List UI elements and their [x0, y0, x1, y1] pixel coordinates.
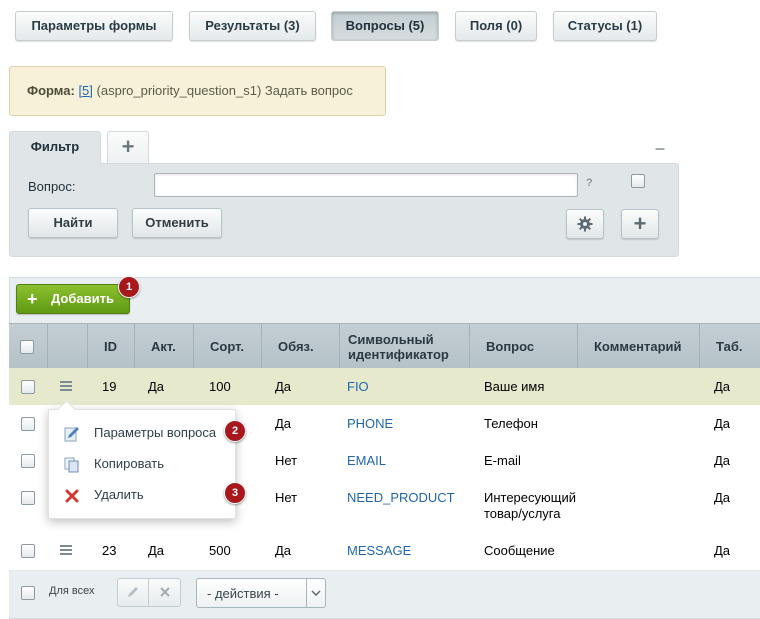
filter-settings-button[interactable] [566, 209, 604, 239]
for-all-checkbox[interactable] [21, 586, 35, 600]
menu-item-label: Удалить [94, 487, 144, 502]
filter-tab[interactable]: Фильтр [9, 131, 101, 165]
menu-item-copy[interactable]: Копировать [49, 450, 235, 478]
menu-item-label: Параметры вопроса [94, 425, 217, 440]
form-info-box: Форма: [5] (aspro_priority_question_s1) … [9, 66, 386, 116]
cell-tab: Да [714, 543, 731, 558]
select-all-checkbox[interactable] [20, 339, 34, 354]
cross-icon [160, 587, 170, 597]
cell-question: Ваше имя [484, 379, 545, 394]
cell-required: Да [275, 543, 292, 558]
badge-2: 2 [224, 420, 246, 442]
header-tab[interactable]: Таб. [699, 324, 760, 369]
tab-form-params[interactable]: Параметры формы [15, 11, 173, 41]
table-row[interactable]: 23 Да 500 Да MESSAGE Сообщение Да [9, 532, 760, 571]
cell-sort: 100 [209, 379, 231, 394]
cell-tab: Да [714, 453, 731, 468]
delete-icon [65, 489, 79, 503]
cell-id: 19 [102, 379, 117, 394]
tab-questions[interactable]: Вопросы (5) [331, 11, 439, 41]
form-id-link[interactable]: [5] [78, 83, 92, 98]
collapse-filter-button[interactable]: – [655, 138, 665, 159]
group-edit-button[interactable] [118, 579, 149, 606]
row-checkbox[interactable] [21, 380, 35, 394]
filter-checkbox[interactable] [631, 174, 645, 188]
header-question[interactable]: Вопрос [469, 324, 577, 369]
actions-select-value: - действия - [207, 586, 279, 601]
gear-icon [577, 216, 593, 232]
row-checkbox[interactable] [21, 491, 35, 505]
header-sort[interactable]: Сорт. [193, 324, 261, 369]
menu-item-delete[interactable]: Удалить [49, 481, 235, 509]
badge-3: 3 [224, 482, 246, 504]
tab-results[interactable]: Результаты (3) [189, 11, 316, 41]
question-filter-input[interactable] [154, 173, 578, 197]
add-filter-field-button[interactable]: + [621, 209, 659, 239]
header-comment[interactable]: Комментарий [577, 324, 699, 369]
cell-tab: Да [714, 379, 731, 394]
row-checkbox[interactable] [21, 454, 35, 468]
form-label: Форма: [27, 83, 75, 98]
add-button[interactable]: + Добавить [16, 284, 130, 314]
cell-code: PHONE [347, 416, 394, 431]
group-delete-button[interactable] [149, 579, 180, 606]
row-checkbox[interactable] [21, 544, 35, 558]
group-action-buttons [117, 578, 181, 607]
edit-icon [64, 427, 79, 442]
cell-code: MESSAGE [347, 543, 412, 558]
cell-code: EMAIL [347, 453, 387, 468]
table-row[interactable]: 19 Да 100 Да FIO Ваше имя Да [9, 368, 760, 406]
header-active[interactable]: Акт. [134, 324, 193, 369]
cancel-button[interactable]: Отменить [132, 208, 222, 238]
cell-question: Сообщение [484, 543, 555, 558]
cell-code: NEED_PRODUCT [347, 490, 455, 505]
add-filter-tab[interactable]: + [107, 131, 149, 164]
badge-1: 1 [118, 276, 140, 298]
cell-code: FIO [347, 379, 369, 394]
list-footer: Для всех - действия - [9, 572, 760, 617]
add-button-label: Добавить [51, 291, 114, 306]
header-id[interactable]: ID [87, 324, 134, 369]
help-icon[interactable]: ? [586, 177, 593, 189]
cell-tab: Да [714, 490, 731, 505]
pencil-icon [128, 587, 138, 597]
table-header: ID Акт. Сорт. Обяз. Символьный идентифик… [9, 323, 760, 369]
tab-fields[interactable]: Поля (0) [455, 11, 537, 41]
actions-select[interactable]: - действия - [196, 578, 326, 608]
copy-icon [64, 457, 79, 473]
for-all-label: Для всех [49, 585, 95, 597]
menu-item-label: Копировать [94, 456, 164, 471]
row-checkbox[interactable] [21, 417, 35, 431]
cell-question: Интересующий товар/услуга [484, 490, 576, 521]
menu-item-question-params[interactable]: Параметры вопроса [49, 419, 235, 447]
cell-active: Да [148, 379, 165, 394]
cell-id: 23 [102, 543, 117, 558]
header-code[interactable]: Символьный идентификатор [339, 324, 469, 369]
cell-question: Телефон [484, 416, 538, 431]
cell-question: E-mail [484, 453, 521, 468]
tab-statuses[interactable]: Статусы (1) [553, 11, 657, 41]
question-filter-label: Вопрос: [28, 179, 76, 194]
cell-sort: 500 [209, 543, 231, 558]
cell-active: Да [148, 543, 165, 558]
header-required[interactable]: Обяз. [261, 324, 339, 369]
find-button[interactable]: Найти [28, 208, 118, 238]
cell-tab: Да [714, 416, 731, 431]
menu-icon[interactable] [60, 381, 72, 391]
cell-required: Нет [275, 453, 298, 468]
cell-required: Да [275, 379, 292, 394]
cell-required: Нет [275, 490, 298, 505]
menu-icon[interactable] [60, 545, 72, 555]
form-info-text: (aspro_priority_question_s1) Задать вопр… [96, 83, 353, 98]
cell-required: Да [275, 416, 292, 431]
header-actions [47, 324, 87, 369]
plus-icon: + [27, 289, 38, 309]
row-context-menu: Параметры вопроса Копировать Удалить [48, 400, 236, 519]
chevron-down-icon [306, 579, 325, 607]
